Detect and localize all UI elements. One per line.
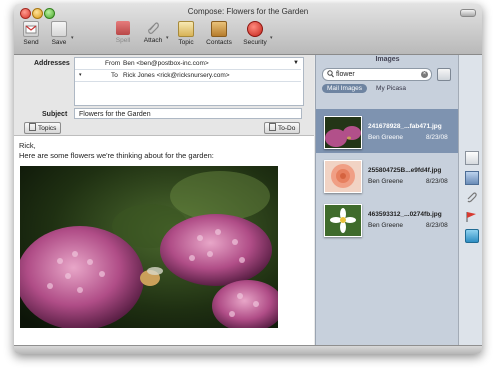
greeting-text: Rick, (19, 141, 36, 150)
image-author: Ben Greene (368, 178, 404, 185)
image-thumbnail (324, 160, 362, 193)
todo-label: To-Do (278, 125, 296, 132)
image-date: 8/23/08 (426, 178, 448, 185)
save-label: Save (51, 39, 67, 46)
message-header: Addresses From Ben <ben@postbox-inc.com>… (14, 55, 314, 136)
topics-label: Topics (38, 125, 57, 132)
status-bar (14, 345, 482, 354)
image-browser-icon[interactable] (437, 68, 451, 81)
body-text-line: Here are some flowers we're thinking abo… (19, 151, 214, 160)
image-filename: 241678928_...fab471.jpg (368, 123, 442, 130)
image-search-field[interactable]: flower × (322, 68, 432, 81)
save-menu-caret[interactable]: ▾ (71, 35, 74, 41)
compose-area: Addresses From Ben <ben@postbox-inc.com>… (14, 55, 314, 345)
subject-field[interactable]: Flowers for the Garden (74, 108, 302, 119)
topic-label: Topic (178, 39, 194, 46)
contacts-icon (211, 21, 227, 37)
attach-label: Attach (143, 37, 163, 44)
search-value: flower (336, 71, 355, 78)
to-label: To (111, 72, 118, 79)
image-list-item[interactable]: 241678928_...fab471.jpg Ben Greene 8/23/… (316, 109, 459, 153)
image-date: 8/23/08 (426, 222, 448, 229)
flower-photo[interactable] (20, 166, 278, 328)
from-dropdown-icon[interactable]: ▼ (293, 58, 299, 69)
side-tool-bar (458, 55, 482, 345)
image-thumbnail (324, 116, 362, 149)
send-label: Send (23, 39, 39, 46)
image-thumbnail (324, 204, 362, 237)
save-button[interactable]: Save (48, 21, 70, 46)
topic-button[interactable]: Topic (174, 21, 198, 46)
window-title: Compose: Flowers for the Garden (187, 7, 309, 16)
image-author: Ben Greene (368, 222, 404, 229)
attachments-paperclip-icon[interactable] (465, 191, 477, 203)
spell-icon (116, 21, 130, 35)
contacts-label: Contacts (206, 39, 232, 46)
send-icon (23, 21, 39, 37)
clear-search-icon[interactable]: × (421, 71, 428, 78)
to-value[interactable]: Rick Jones <rick@ricksnursery.com> (123, 70, 230, 81)
recipient-row-empty-2[interactable] (75, 93, 301, 104)
compose-window: Compose: Flowers for the Garden Send Sav… (14, 4, 482, 354)
attach-menu-caret[interactable]: ▾ (166, 35, 169, 41)
send-button[interactable]: Send (20, 21, 42, 46)
from-row[interactable]: From Ben <ben@postbox-inc.com> ▼ (75, 58, 301, 70)
red-flag-icon[interactable] (465, 211, 477, 223)
images-panel-title: Images (375, 56, 400, 63)
contacts-card-icon[interactable] (465, 229, 479, 243)
from-value: Ben <ben@postbox-inc.com> (123, 60, 209, 67)
todo-button[interactable]: To-Do (264, 122, 301, 134)
image-list-item[interactable]: 255804725B...e9fd4f.jpg Ben Greene 8/23/… (316, 153, 459, 197)
to-row[interactable]: ▾ To Rick Jones <rick@ricksnursery.com> (75, 70, 301, 82)
documents-icon[interactable] (465, 151, 479, 165)
todo-icon (269, 123, 276, 131)
toolbar-toggle-button[interactable] (460, 9, 476, 17)
topics-button[interactable]: Topics (24, 122, 62, 134)
spell-label: Spell (115, 37, 131, 44)
security-button[interactable]: Security (240, 21, 270, 46)
attach-button[interactable]: Attach (140, 21, 166, 44)
images-icon[interactable] (465, 171, 479, 185)
addresses-label: Addresses (34, 60, 70, 67)
tab-my-picasa[interactable]: My Picasa (371, 84, 411, 93)
topic-icon (178, 21, 194, 37)
image-list-item[interactable]: 463593312_...0274fb.jpg Ben Greene 8/23/… (316, 197, 459, 241)
topics-icon (29, 123, 36, 131)
security-icon (247, 21, 263, 37)
from-label: From (105, 60, 121, 67)
images-panel: Images flower × Mail Images My Picasa 241… (315, 55, 459, 345)
tab-mail-images[interactable]: Mail Images (322, 84, 368, 93)
message-body[interactable]: Rick, Here are some flowers we're thinki… (14, 136, 314, 345)
subject-label: Subject (42, 111, 68, 118)
save-icon (51, 21, 67, 37)
image-author: Ben Greene (368, 134, 404, 141)
image-date: 8/23/08 (426, 134, 448, 141)
contacts-button[interactable]: Contacts (204, 21, 234, 46)
image-filename: 463593312_...0274fb.jpg (368, 211, 442, 218)
security-menu-caret[interactable]: ▾ (270, 35, 273, 41)
paperclip-icon (146, 21, 160, 35)
image-filename: 255804725B...e9fd4f.jpg (368, 167, 442, 174)
search-icon (327, 69, 334, 82)
to-dropdown-icon[interactable]: ▾ (79, 70, 82, 81)
image-source-tabs: Mail Images My Picasa (322, 84, 415, 93)
title-bar: Compose: Flowers for the Garden Send Sav… (14, 4, 482, 55)
security-label: Security (243, 39, 267, 46)
spell-button[interactable]: Spell (112, 21, 134, 44)
